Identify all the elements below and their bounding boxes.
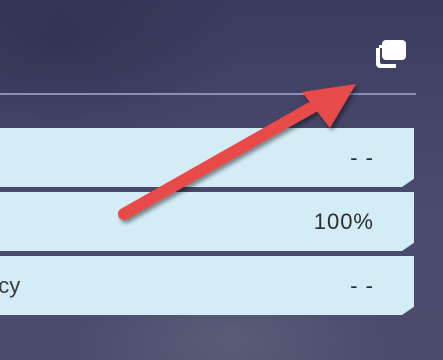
stat-row-value: 100%: [313, 209, 374, 234]
stat-row-label: [0, 192, 120, 251]
stat-row-value: - -: [350, 145, 374, 170]
stat-row: ncy - -: [0, 256, 414, 315]
copy-icon[interactable]: [372, 38, 408, 70]
copy-icon-graphic: [376, 40, 406, 68]
stat-row-label: ncy: [0, 273, 21, 298]
stat-row: - -: [0, 128, 414, 187]
stat-row: 100%: [0, 192, 414, 251]
stat-row-value: - -: [350, 273, 374, 298]
stat-row-label: [0, 128, 120, 187]
header-divider: [0, 93, 416, 95]
